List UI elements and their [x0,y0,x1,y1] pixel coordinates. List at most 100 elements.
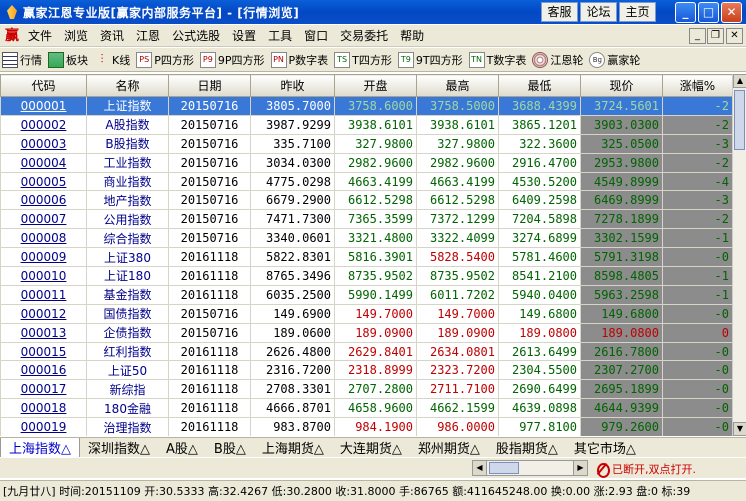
toolbar-p-square-button[interactable]: PS P四方形 [136,51,194,68]
menu-window[interactable]: 窗口 [298,27,334,44]
tab-shanghai-index[interactable]: 上海指数△ [0,438,80,457]
menu-gann[interactable]: 江恩 [130,27,166,44]
toolbar-9p-square-button[interactable]: P9 9P四方形 [199,51,265,68]
cell-low: 6409.2598 [498,190,581,211]
cell-date: 20161118 [168,379,251,400]
table-row[interactable]: 000006 地产指数 20150716 6679.2900 6612.5298 6612… [0,190,732,211]
cell-open: 4663.4199 [334,171,417,192]
toolbar-quotes-button[interactable]: 行情 [2,51,42,68]
toolbar-9t-square-button[interactable]: T9 9T四方形 [397,51,463,68]
tab-a-shares[interactable]: A股△ [158,438,206,457]
header-date[interactable]: 日期 [168,74,251,97]
table-row[interactable]: 000018 180金融 20161118 4666.8701 4658.9600 466… [0,398,732,419]
header-name[interactable]: 名称 [86,74,169,97]
table-row[interactable]: 000008 综合指数 20150716 3340.0601 3321.4800 3322… [0,228,732,249]
cell-date: 20150716 [168,171,251,192]
table-row[interactable]: 000011 基金指数 20161118 6035.2500 5990.1499 6011… [0,284,732,305]
maximize-icon[interactable]: □ [698,2,719,23]
gann-wheel-icon [532,51,549,68]
connection-status[interactable]: 已断开,双点打开. [595,461,696,478]
cell-high: 3758.5000 [416,96,499,116]
app-logo-icon [4,4,20,20]
table-row[interactable]: 000005 商业指数 20150716 4775.0298 4663.4199 4663… [0,171,732,192]
mdi-close-icon[interactable]: ✕ [726,28,743,44]
header-high[interactable]: 最高 [416,74,499,97]
table-row[interactable]: 000017 新综指 20161118 2708.3301 2707.2800 2711.… [0,379,732,400]
toolbar-p-number-table-button[interactable]: PN P数字表 [270,51,328,68]
vertical-scrollbar[interactable]: ▲ ▼ [732,74,746,436]
table-row[interactable]: 000002 A股指数 20150716 3987.9299 3938.6101 3938… [0,114,732,135]
scroll-down-icon[interactable]: ▼ [733,422,746,436]
menu-tools[interactable]: 工具 [262,27,298,44]
tab-shanghai-futures[interactable]: 上海期货△ [254,438,332,457]
horizontal-scrollbar[interactable]: ◀ ▶ [472,460,588,476]
cell-change-pct: -2 [662,209,732,230]
menu-info[interactable]: 资讯 [94,27,130,44]
table-row[interactable]: 000019 治理指数 20161118 983.8700 984.1900 986.00… [0,417,732,436]
toolbar-winner-wheel-button[interactable]: Bg 赢家轮 [589,51,640,68]
cell-code: 000017 [0,379,87,400]
header-current[interactable]: 现价 [580,74,663,97]
toolbar-label: P四方形 [154,53,194,67]
table-row[interactable]: 000003 B股指数 20150716 335.7100 327.9800 327.98… [0,133,732,154]
tab-index-futures[interactable]: 股指期货△ [488,438,566,457]
table-row[interactable]: 000007 公用指数 20150716 7471.7300 7365.3599 7372… [0,209,732,230]
toolbar-label: 9P四方形 [217,53,265,67]
table-row[interactable]: 000015 红利指数 20161118 2626.4800 2629.8401 2634… [0,341,732,362]
cell-code: 000013 [0,322,87,343]
toolbar-gann-wheel-button[interactable]: 江恩轮 [532,51,583,68]
menu-formula[interactable]: 公式选股 [166,27,226,44]
cell-code: 000012 [0,303,87,324]
header-low[interactable]: 最低 [498,74,581,97]
cell-prev-close: 2316.7200 [250,360,335,381]
quote-table[interactable]: 代码 名称 日期 昨收 开盘 最高 最低 现价 涨幅% 000001 上证指数 20… [0,74,732,436]
tab-b-shares[interactable]: B股△ [206,438,254,457]
homepage-button[interactable]: 主页 [619,2,656,22]
toolbar-label: T四方形 [352,53,392,67]
table-row[interactable]: 000016 上证50 20161118 2316.7200 2318.8999 2323… [0,360,732,381]
table-row[interactable]: 000001 上证指数 20150716 3805.7000 3758.6000 3758… [0,96,732,116]
menu-settings[interactable]: 设置 [226,27,262,44]
cell-name: 治理指数 [86,417,169,436]
table-row[interactable]: 000010 上证180 20161118 8765.3496 8735.9502 873… [0,266,732,286]
table-row[interactable]: 000009 上证380 20161118 5822.8301 5816.3901 582… [0,247,732,268]
close-icon[interactable]: ✕ [721,2,742,23]
cell-name: 综合指数 [86,228,169,249]
scroll-left-icon[interactable]: ◀ [473,461,487,475]
header-change-pct[interactable]: 涨幅% [662,74,732,97]
mdi-restore-icon[interactable]: ❐ [707,28,724,44]
forum-button[interactable]: 论坛 [580,2,617,22]
horizontal-scroll-thumb[interactable] [489,462,519,474]
toolbar-sector-button[interactable]: 板块 [48,51,88,68]
mdi-minimize-icon[interactable]: _ [689,28,706,44]
tab-shenzhen-index[interactable]: 深圳指数△ [80,438,158,457]
toolbar-t-number-table-button[interactable]: TN T数字表 [468,51,526,68]
cell-low: 5781.4600 [498,247,581,268]
header-code[interactable]: 代码 [0,74,87,97]
menu-trade[interactable]: 交易委托 [334,27,394,44]
toolbar-label: 行情 [20,53,42,67]
scroll-thumb[interactable] [734,90,745,150]
tab-dalian-futures[interactable]: 大连期货△ [332,438,410,457]
scroll-up-icon[interactable]: ▲ [733,74,746,88]
menu-help[interactable]: 帮助 [394,27,430,44]
cell-code: 000004 [0,152,87,173]
toolbar-kline-button[interactable]: ⫶ K线 [94,52,130,68]
cell-high: 4662.1599 [416,398,499,419]
toolbar-t-square-button[interactable]: TS T四方形 [334,51,392,68]
cell-high: 986.0000 [416,417,499,436]
header-prev-close[interactable]: 昨收 [250,74,335,97]
cell-date: 20161118 [168,247,251,268]
tab-zhengzhou-futures[interactable]: 郑州期货△ [410,438,488,457]
scroll-right-icon[interactable]: ▶ [573,461,587,475]
menu-logo-icon[interactable]: 赢 [2,27,22,45]
menu-browse[interactable]: 浏览 [58,27,94,44]
header-open[interactable]: 开盘 [334,74,417,97]
minimize-icon[interactable]: _ [675,2,696,23]
table-row[interactable]: 000012 国债指数 20150716 149.6900 149.7000 149.70… [0,303,732,324]
customer-service-button[interactable]: 客服 [541,2,578,22]
table-row[interactable]: 000004 工业指数 20150716 3034.0300 2982.9600 2982… [0,152,732,173]
tab-other-markets[interactable]: 其它市场△ [566,438,644,457]
table-row[interactable]: 000013 企债指数 20150716 189.0600 189.0900 189.09… [0,322,732,343]
menu-file[interactable]: 文件 [22,27,58,44]
